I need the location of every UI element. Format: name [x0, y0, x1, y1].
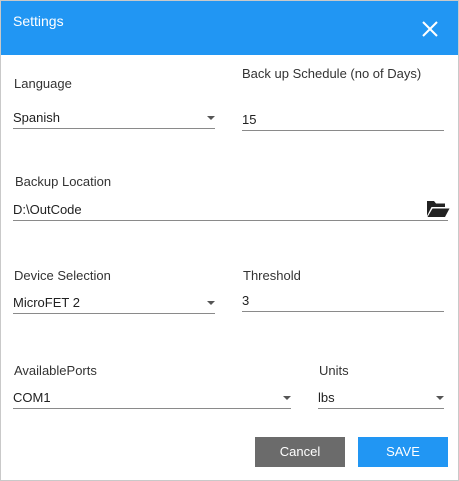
folder-open-icon [427, 201, 450, 217]
chevron-down-icon [207, 301, 215, 305]
settings-dialog: Settings Language Spanish Back up Schedu… [0, 0, 459, 481]
dialog-title: Settings [13, 13, 64, 29]
units-select[interactable]: lbs [318, 386, 444, 409]
backup-schedule-value: 15 [242, 112, 257, 127]
available-ports-value: COM1 [13, 390, 51, 405]
available-ports-select[interactable]: COM1 [13, 386, 291, 409]
device-selection-select[interactable]: MicroFET 2 [13, 291, 215, 314]
language-select[interactable]: Spanish [13, 106, 215, 129]
backup-schedule-label: Back up Schedule (no of Days) [242, 66, 422, 81]
backup-location-value: D:\OutCode [13, 202, 82, 217]
units-value: lbs [318, 390, 335, 405]
close-button[interactable] [419, 18, 441, 40]
language-value: Spanish [13, 110, 60, 125]
device-selection-label: Device Selection [14, 268, 111, 283]
backup-schedule-input[interactable]: 15 [242, 108, 444, 131]
close-icon [422, 21, 438, 37]
backup-location-input[interactable]: D:\OutCode [13, 198, 451, 221]
backup-location-label: Backup Location [15, 174, 112, 189]
save-button[interactable]: SAVE [358, 437, 448, 467]
dialog-header: Settings [1, 1, 458, 55]
cancel-button[interactable]: Cancel [255, 437, 345, 467]
device-selection-value: MicroFET 2 [13, 295, 80, 310]
available-ports-label: AvailablePorts [14, 363, 97, 378]
threshold-input[interactable]: 3 [242, 289, 444, 312]
threshold-value: 3 [242, 293, 250, 308]
chevron-down-icon [436, 396, 444, 400]
threshold-label: Threshold [243, 268, 301, 283]
language-label: Language [14, 76, 72, 91]
units-label: Units [319, 363, 349, 378]
chevron-down-icon [283, 396, 291, 400]
chevron-down-icon [207, 116, 215, 120]
browse-folder-button[interactable] [425, 198, 451, 220]
